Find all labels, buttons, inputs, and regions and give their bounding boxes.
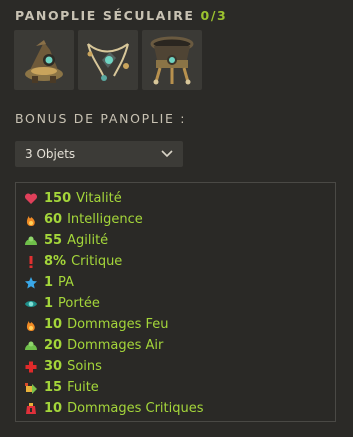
stat-label: Dommages Air bbox=[67, 338, 164, 353]
stat-value: 10 bbox=[44, 401, 63, 416]
hat-icon bbox=[25, 40, 63, 83]
set-item-belt[interactable] bbox=[142, 30, 202, 90]
bonus-stat-row: 1 PA bbox=[24, 272, 204, 293]
set-title: PANOPLIE SÉCULAIRE 0/3 bbox=[15, 8, 227, 23]
stat-label: Soins bbox=[67, 359, 102, 374]
bonus-section-title: BONUS DE PANOPLIE : bbox=[15, 111, 187, 126]
stat-label: Vitalité bbox=[76, 191, 122, 206]
stat-value: 150 bbox=[44, 191, 72, 206]
stat-value: 1 bbox=[44, 275, 54, 290]
stat-label: Intelligence bbox=[67, 212, 143, 227]
fire-icon bbox=[26, 215, 35, 226]
fire-icon bbox=[26, 320, 35, 331]
bonus-stats-list: 150 Vitalité 60 Intelligence 55 Agilité … bbox=[24, 188, 204, 419]
bonus-stat-row: 55 Agilité bbox=[24, 230, 204, 251]
bonus-stat-row: 8% Critique bbox=[24, 251, 204, 272]
dropdown-value: 3 Objets bbox=[25, 147, 76, 161]
bonus-stat-row: 30 Soins bbox=[24, 356, 204, 377]
set-item-hat[interactable] bbox=[14, 30, 74, 90]
heart-icon bbox=[24, 192, 38, 204]
bonus-stat-row: 10 Dommages Critiques bbox=[24, 398, 204, 419]
set-progress: 0/3 bbox=[200, 8, 228, 23]
stat-value: 30 bbox=[44, 359, 63, 374]
stat-value: 55 bbox=[44, 233, 63, 248]
amulet-icon bbox=[87, 43, 129, 81]
set-item-amulet[interactable] bbox=[78, 30, 138, 90]
stat-label: Portée bbox=[58, 296, 100, 311]
eye-icon bbox=[25, 300, 37, 307]
stat-label: Agilité bbox=[67, 233, 109, 248]
wind-icon bbox=[25, 341, 37, 350]
stat-value: 8% bbox=[44, 254, 67, 269]
bonus-stat-row: 20 Dommages Air bbox=[24, 335, 204, 356]
stat-label: Fuite bbox=[67, 380, 99, 395]
chevron-down-icon bbox=[161, 150, 173, 158]
stat-value: 1 bbox=[44, 296, 54, 311]
stat-label: Critique bbox=[71, 254, 123, 269]
bonus-stats-panel: 150 Vitalité 60 Intelligence 55 Agilité … bbox=[15, 182, 336, 422]
stat-value: 60 bbox=[44, 212, 63, 227]
bonus-stat-row: 1 Portée bbox=[24, 293, 204, 314]
stat-label: PA bbox=[58, 275, 74, 290]
bonus-stat-row: 60 Intelligence bbox=[24, 209, 204, 230]
flee-icon bbox=[25, 382, 37, 394]
exclamation-icon bbox=[29, 255, 33, 268]
bonus-stat-row: 150 Vitalité bbox=[24, 188, 204, 209]
set-name: PANOPLIE SÉCULAIRE bbox=[15, 8, 195, 23]
set-items bbox=[14, 30, 202, 90]
star-icon bbox=[25, 276, 37, 288]
belt-icon bbox=[150, 36, 194, 85]
wind-icon bbox=[25, 236, 37, 245]
critical-damage-icon bbox=[26, 402, 36, 414]
cross-icon bbox=[25, 361, 37, 372]
stat-value: 15 bbox=[44, 380, 63, 395]
bonus-stat-row: 10 Dommages Feu bbox=[24, 314, 204, 335]
item-count-dropdown[interactable]: 3 Objets bbox=[15, 141, 183, 167]
bonus-stat-row: 15 Fuite bbox=[24, 377, 204, 398]
stat-label: Dommages Feu bbox=[67, 317, 169, 332]
stat-value: 10 bbox=[44, 317, 63, 332]
stat-label: Dommages Critiques bbox=[67, 401, 204, 416]
stat-value: 20 bbox=[44, 338, 63, 353]
